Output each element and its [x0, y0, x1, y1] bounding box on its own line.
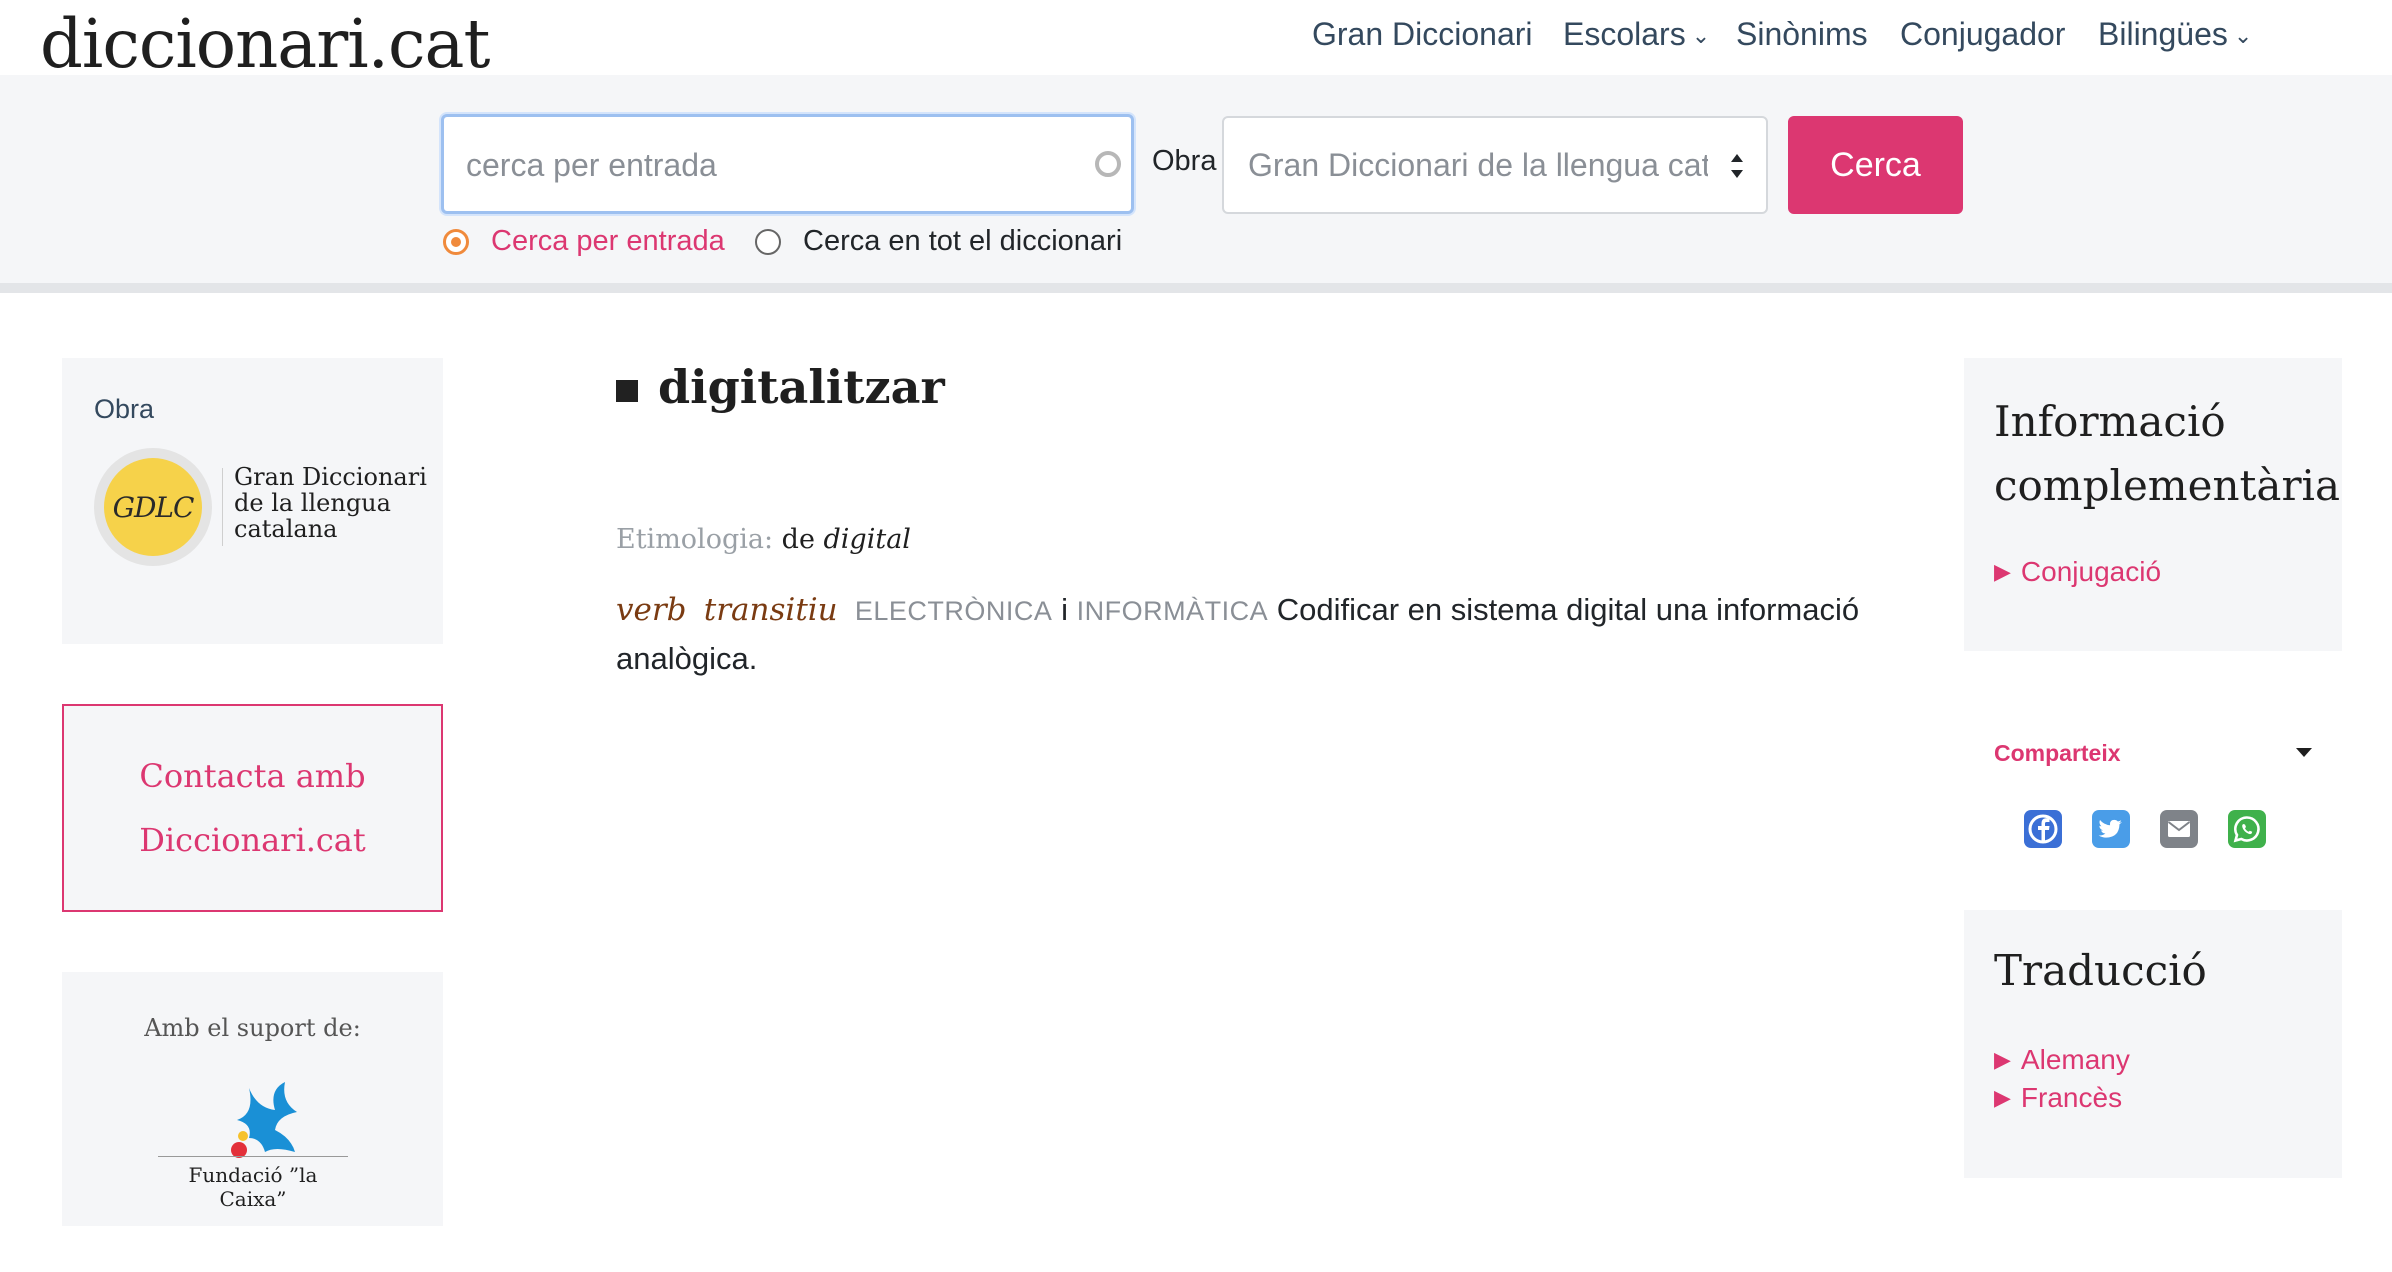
translation-link-french[interactable]: ▶ Francès — [1994, 1082, 2122, 1114]
translation-link-german[interactable]: ▶ Alemany — [1994, 1044, 2130, 1076]
grammar-category: verb — [616, 592, 687, 628]
translation-panel: Traducció ▶ Alemany ▶ Francès — [1964, 910, 2342, 1178]
square-bullet-icon — [616, 380, 638, 402]
definition: verb transitiu ELECTRÒNICA i INFORMÀTICA… — [616, 586, 1876, 683]
nav-item-bilingues[interactable]: Bilingües ⌄ — [2098, 14, 2252, 56]
triangle-right-icon: ▶ — [1994, 559, 2011, 584]
etymology: Etimologia: de digital — [616, 524, 911, 555]
triangle-right-icon: ▶ — [1994, 1085, 2011, 1110]
link-label: Alemany — [2020, 1044, 2130, 1075]
domain-tag: ELECTRÒNICA — [854, 596, 1053, 626]
nav-label: Bilingües — [2098, 16, 2228, 52]
select-arrows-icon — [1731, 154, 1743, 178]
site-logo[interactable]: diccionari.cat — [40, 4, 490, 84]
nav-label: Sinònims — [1736, 16, 1868, 52]
caret-down-icon[interactable] — [2296, 748, 2312, 757]
obra-select[interactable]: Gran Diccionari de la llengua catalana — [1222, 116, 1768, 214]
contact-text: Contacta amb Diccionari.cat — [64, 744, 441, 872]
complementary-info-panel: Informació complementària ▶ Conjugació — [1964, 358, 2342, 651]
grammar-subcategory: transitiu — [703, 592, 838, 628]
divider — [0, 283, 2392, 293]
divider — [222, 468, 223, 546]
twitter-icon[interactable] — [2092, 810, 2130, 848]
sponsor-name: Fundació ”la Caixa” — [158, 1156, 348, 1211]
email-icon[interactable] — [2160, 810, 2198, 848]
complementary-info-title: Informació complementària — [1994, 397, 2341, 510]
site-header: diccionari.cat Gran Diccionari Escolars ⌄… — [0, 0, 2392, 83]
link-label: Francès — [2020, 1082, 2123, 1113]
contact-line: Diccionari.cat — [139, 821, 366, 859]
conjugation-link[interactable]: ▶ Conjugació — [1994, 556, 2161, 588]
headword-text: digitalitzar — [658, 360, 945, 414]
nav-item-sinonims[interactable]: Sinònims — [1736, 14, 1868, 54]
work-name[interactable]: Gran Diccionari de la llengua catalana — [234, 464, 434, 542]
gdlc-logo-text: GDLC — [104, 458, 202, 556]
sponsor-label: Amb el suport de: — [144, 1014, 361, 1042]
nav-item-conjugador[interactable]: Conjugador — [1900, 14, 2065, 54]
search-field[interactable] — [441, 114, 1134, 214]
work-info-panel: Obra GDLC Gran Diccionari de la llengua … — [62, 358, 443, 644]
obra-label: Obra — [1152, 145, 1217, 177]
etymology-label: Etimologia: — [616, 524, 774, 555]
search-button[interactable]: Cerca — [1788, 116, 1963, 214]
search-panel — [0, 75, 2392, 285]
etymology-prefix: de — [781, 524, 815, 555]
nav-item-escolars[interactable]: Escolars ⌄ — [1563, 14, 1710, 56]
work-label: Obra — [94, 394, 155, 424]
contact-line: Contacta amb — [139, 757, 366, 795]
domain-conjunction: i — [1061, 592, 1068, 627]
radio-search-entry[interactable]: Cerca per entrada — [443, 225, 725, 258]
obra-select-value: Gran Diccionari de la llengua catalana — [1248, 147, 1708, 183]
link-label: Conjugació — [2020, 556, 2162, 587]
radio-label: Cerca per entrada — [491, 225, 725, 257]
sponsor-panel: Amb el suport de: Fundació ”la Caixa” — [62, 972, 443, 1226]
triangle-right-icon: ▶ — [1994, 1047, 2011, 1072]
radio-unchecked-icon[interactable] — [755, 228, 781, 255]
gdlc-logo[interactable]: GDLC — [94, 448, 212, 566]
contact-button[interactable]: Contacta amb Diccionari.cat — [62, 704, 443, 912]
whatsapp-icon[interactable] — [2228, 810, 2266, 848]
loading-spinner-icon — [1095, 151, 1121, 177]
nav-label: Gran Diccionari — [1312, 16, 1533, 52]
entry-headword: digitalitzar — [616, 360, 945, 414]
chevron-down-icon: ⌄ — [2233, 23, 2253, 48]
radio-checked-icon[interactable] — [443, 228, 469, 255]
radio-search-all[interactable]: Cerca en tot el diccionari — [755, 225, 1122, 258]
domain-tag: INFORMÀTICA — [1076, 596, 1269, 626]
chevron-down-icon: ⌄ — [1691, 23, 1711, 48]
radio-label: Cerca en tot el diccionari — [803, 225, 1123, 257]
share-toggle[interactable]: Comparteix — [1994, 740, 2121, 767]
facebook-icon[interactable] — [2024, 810, 2062, 848]
nav-label: Escolars — [1563, 16, 1686, 52]
nav-label: Conjugador — [1900, 16, 2066, 52]
search-input[interactable] — [466, 137, 1066, 193]
nav-item-gran-diccionari[interactable]: Gran Diccionari — [1312, 14, 1533, 54]
etymology-word: digital — [823, 524, 911, 555]
translation-title: Traducció — [1994, 946, 2207, 995]
